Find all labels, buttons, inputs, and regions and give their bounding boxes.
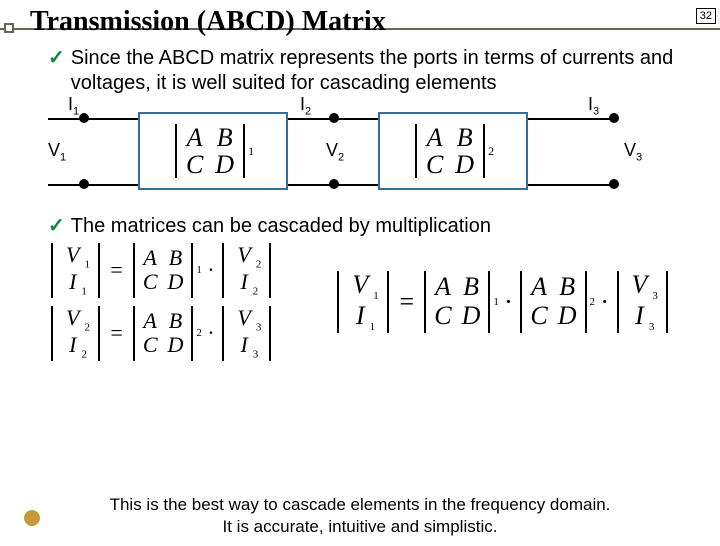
label-I1: I1 — [68, 94, 79, 118]
label-I3: I3 — [588, 94, 599, 118]
bullet-1: ✓ Since the ABCD matrix represents the p… — [48, 46, 680, 96]
bullet-2-text: The matrices can be cascaded by multipli… — [71, 214, 491, 239]
title-bullet-decoration — [4, 23, 14, 33]
page-number: 32 — [696, 8, 716, 24]
page-title: Transmission (ABCD) Matrix — [30, 6, 700, 38]
bullet-2: ✓ The matrices can be cascaded by multip… — [48, 214, 680, 239]
equations: V1I1 = ACBD1 · V2I2 V2I2 = ACBD2 · V3I3 … — [48, 243, 680, 361]
abcd-box-2: AC BD 2 — [378, 112, 528, 190]
footer-line-2: It is accurate, intuitive and simplistic… — [0, 516, 720, 538]
bullet-1-text: Since the ABCD matrix represents the por… — [71, 46, 680, 96]
cascade-diagram: AC BD 1 AC BD 2 I1 I2 I3 V1 V2 V3 — [48, 98, 680, 206]
footer-note: This is the best way to cascade elements… — [0, 494, 720, 538]
abcd-box-1: AC BD 1 — [138, 112, 288, 190]
footer-line-1: This is the best way to cascade elements… — [0, 494, 720, 516]
check-icon: ✓ — [48, 46, 65, 96]
label-I2: I2 — [300, 94, 311, 118]
label-V1: V1 — [48, 140, 66, 164]
label-V2: V2 — [326, 140, 344, 164]
check-icon: ✓ — [48, 214, 65, 239]
equation-1: V1I1 = ACBD1 · V2I2 — [48, 243, 274, 298]
equation-2: V2I2 = ACBD2 · V3I3 — [48, 306, 274, 361]
label-V3: V3 — [624, 140, 642, 164]
equation-3: V1I1 = ACBD1 · ACBD2 · V3I3 — [334, 271, 671, 334]
